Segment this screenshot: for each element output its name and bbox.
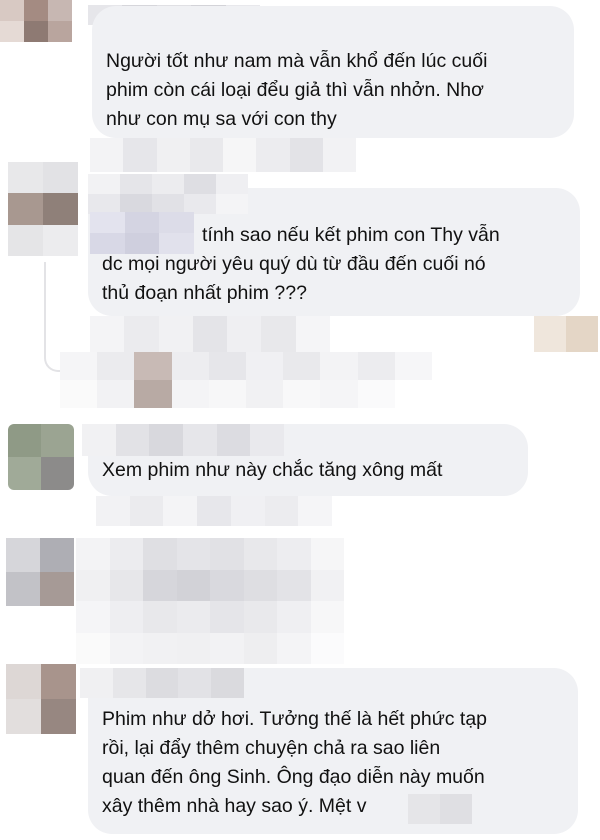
- comment-text-line: tính sao nếu kết phim con Thy vẫn: [202, 224, 500, 246]
- blurred-comment-actions[interactable]: [90, 138, 356, 172]
- comment-text-line: thủ đoạn nhất phim ???: [102, 282, 307, 304]
- blurred-name-tag[interactable]: [90, 212, 194, 254]
- blurred-text: [408, 794, 472, 824]
- comment-text-line: Người tốt như nam mà vẫn khổ đến lúc cuố…: [106, 50, 488, 72]
- blurred-comment-actions[interactable]: [96, 496, 332, 526]
- blurred-comment-actions[interactable]: [90, 316, 330, 352]
- blurred-reaction[interactable]: [534, 316, 598, 352]
- avatar[interactable]: [6, 538, 74, 606]
- comment-text-line: dc mọi người yêu quý dù từ đầu đến cuối …: [102, 253, 486, 275]
- avatar[interactable]: [6, 664, 76, 734]
- avatar[interactable]: [8, 424, 74, 490]
- comment-text-line: xây thêm nhà hay sao ý. Mệt v: [102, 795, 367, 817]
- comment-text-line: Xem phim như này chắc tăng xông mất: [102, 459, 443, 481]
- comment-bubble: Người tốt như nam mà vẫn khổ đến lúc cuố…: [92, 6, 574, 138]
- comment-text-line: quan đến ông Sinh. Ông đạo diễn này muốn: [102, 766, 485, 788]
- avatar[interactable]: [0, 0, 72, 42]
- blurred-comment: [76, 538, 344, 664]
- blurred-username[interactable]: [80, 668, 244, 698]
- comment-text-line: như con mụ sa với con thy: [106, 108, 337, 130]
- blurred-view-replies[interactable]: [60, 352, 432, 408]
- avatar[interactable]: [8, 162, 78, 256]
- comment-text-line: phim còn cái loại đểu giả thì vẫn nhởn. …: [106, 79, 484, 101]
- comment-text-line: rồi, lại đẩy thêm chuyện chả ra sao liên: [102, 737, 441, 759]
- blurred-username[interactable]: [88, 174, 248, 214]
- comment-text-line: Phim như dở hơi. Tưởng thế là hết phức t…: [102, 708, 488, 730]
- blurred-username[interactable]: [82, 424, 284, 456]
